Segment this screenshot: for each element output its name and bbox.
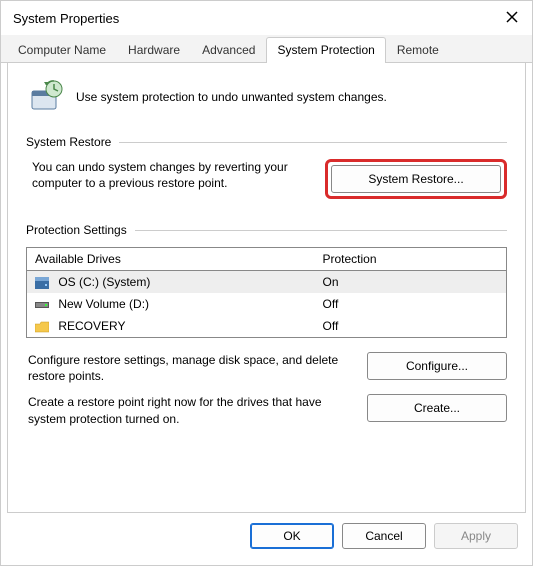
section-system-restore: System Restore: [26, 135, 507, 149]
apply-button: Apply: [434, 523, 518, 549]
drive-name: New Volume (D:): [58, 297, 149, 311]
titlebar: System Properties: [1, 1, 532, 35]
close-button[interactable]: [500, 6, 524, 30]
restore-description: You can undo system changes by reverting…: [26, 159, 313, 191]
close-icon: [505, 10, 519, 27]
folder-icon: [35, 321, 49, 333]
tab-hardware[interactable]: Hardware: [117, 37, 191, 63]
window-title: System Properties: [9, 11, 500, 26]
divider: [119, 142, 507, 143]
tab-advanced[interactable]: Advanced: [191, 37, 266, 63]
intro-text: Use system protection to undo unwanted s…: [76, 90, 387, 104]
tab-system-protection[interactable]: System Protection: [266, 37, 385, 63]
drive-name: OS (C:) (System): [58, 275, 150, 289]
drive-protection: On: [315, 271, 507, 294]
restore-row: You can undo system changes by reverting…: [26, 159, 507, 199]
table-row[interactable]: New Volume (D:) Off: [27, 293, 507, 315]
table-row[interactable]: OS (C:) (System) On: [27, 271, 507, 294]
drives-table: Available Drives Protection OS (C:) (Sys…: [26, 247, 507, 338]
section-protection-settings: Protection Settings: [26, 223, 507, 237]
tab-remote[interactable]: Remote: [386, 37, 450, 63]
system-protection-icon: [26, 77, 66, 117]
tab-computer-name[interactable]: Computer Name: [7, 37, 117, 63]
dialog-footer: OK Cancel Apply: [1, 513, 532, 559]
table-header-row: Available Drives Protection: [27, 248, 507, 271]
drive-protection: Off: [315, 293, 507, 315]
table-row[interactable]: RECOVERY Off: [27, 315, 507, 338]
drive-name: RECOVERY: [58, 319, 125, 333]
tab-content: Use system protection to undo unwanted s…: [7, 63, 526, 513]
configure-button[interactable]: Configure...: [367, 352, 507, 380]
drive-icon: [35, 277, 49, 289]
drive-protection: Off: [315, 315, 507, 338]
create-row: Create a restore point right now for the…: [26, 394, 507, 426]
system-restore-button[interactable]: System Restore...: [331, 165, 501, 193]
create-button[interactable]: Create...: [367, 394, 507, 422]
col-available-drives[interactable]: Available Drives: [27, 248, 315, 271]
tab-strip: Computer Name Hardware Advanced System P…: [1, 35, 532, 63]
col-protection[interactable]: Protection: [315, 248, 507, 271]
section-label: System Restore: [26, 135, 111, 149]
configure-row: Configure restore settings, manage disk …: [26, 352, 507, 384]
ok-button[interactable]: OK: [250, 523, 334, 549]
section-label: Protection Settings: [26, 223, 127, 237]
configure-description: Configure restore settings, manage disk …: [26, 352, 353, 384]
intro-row: Use system protection to undo unwanted s…: [26, 77, 507, 117]
create-description: Create a restore point right now for the…: [26, 394, 353, 426]
divider: [135, 230, 507, 231]
drive-icon: [35, 299, 49, 311]
highlight-annotation: System Restore...: [325, 159, 507, 199]
cancel-button[interactable]: Cancel: [342, 523, 426, 549]
